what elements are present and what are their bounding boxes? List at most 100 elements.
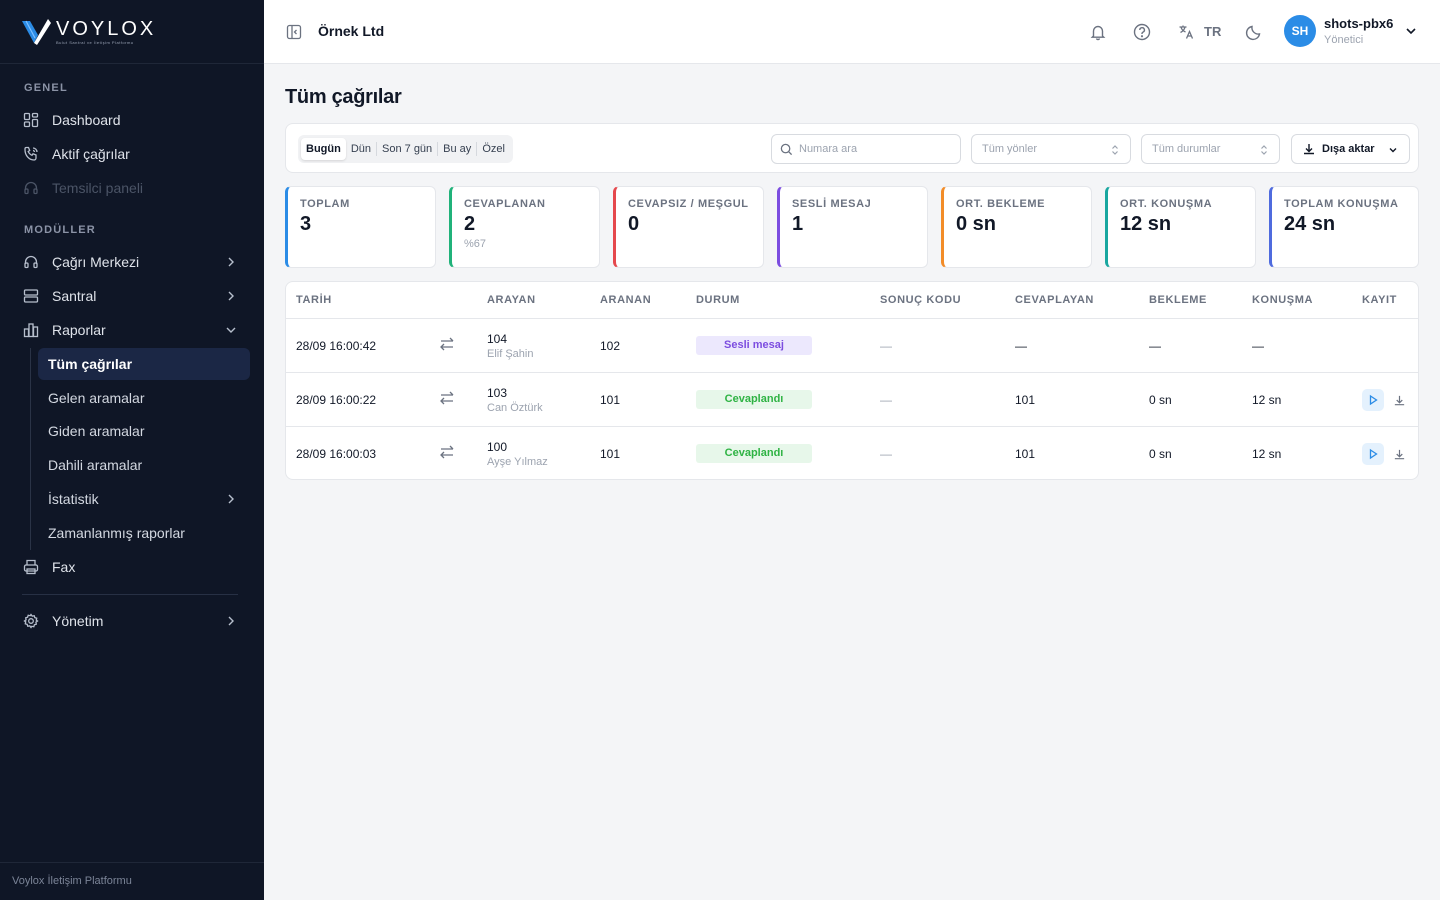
printer-icon: [22, 558, 40, 576]
direction-select[interactable]: Tüm yönler: [971, 134, 1131, 164]
phone-call-icon: [22, 145, 40, 163]
cell-callee: 101: [600, 393, 621, 407]
cell-date: 28/09 16:00:22: [296, 393, 377, 407]
stat-value: 12 sn: [1120, 213, 1172, 235]
stat-card-total-talk: TOPLAM KONUŞMA 24 sn: [1269, 186, 1419, 268]
stat-label: CEVAPLANAN: [464, 198, 546, 210]
sidebar-item-call-center[interactable]: Çağrı Merkezi: [14, 246, 250, 278]
download-icon: [1394, 395, 1404, 405]
company-name[interactable]: Örnek Ltd: [318, 23, 384, 39]
avatar[interactable]: SH: [1284, 15, 1316, 47]
column-header-result-code[interactable]: SONUÇ KODU: [880, 294, 961, 306]
sidebar-subitem-incoming[interactable]: Gelen aramalar: [38, 382, 250, 414]
period-today[interactable]: Bugün: [301, 138, 346, 160]
column-header-caller[interactable]: ARAYAN: [487, 294, 536, 306]
chevron-up-down-icon: [1112, 145, 1118, 155]
cell-answerer: —: [1015, 339, 1027, 353]
table-header: TARİH ARAYAN ARANAN DURUM SONUÇ KODU CEV…: [286, 282, 1418, 319]
cell-talk: 12 sn: [1252, 393, 1282, 407]
table-row[interactable]: 28/09 16:00:03 100 Ayşe Yılmaz 101 Cevap…: [286, 427, 1418, 479]
stat-card-avg-talk: ORT. KONUŞMA 12 sn: [1105, 186, 1256, 268]
stat-card-missed: CEVAPSIZ / MEŞGUL 0: [613, 186, 764, 268]
export-button[interactable]: Dışa aktar: [1291, 134, 1410, 164]
sidebar-item-label: Santral: [52, 288, 97, 304]
language-selector[interactable]: TR: [1204, 24, 1221, 39]
brand-logo[interactable]: VOYLOX Bulut Santral ve İletişim Platfor…: [0, 0, 264, 64]
stat-label: TOPLAM: [300, 198, 350, 210]
search-input[interactable]: [799, 143, 949, 155]
moon-icon[interactable]: [1244, 22, 1264, 42]
column-header-date[interactable]: TARİH: [296, 294, 332, 306]
stat-value: 0 sn: [956, 213, 997, 235]
chevron-up-down-icon: [1261, 145, 1267, 155]
stat-value: 3: [300, 213, 312, 235]
gear-icon: [22, 612, 40, 630]
stat-card-avg-wait: ORT. BEKLEME 0 sn: [941, 186, 1092, 268]
period-yesterday[interactable]: Dün: [346, 138, 376, 160]
sidebar-item-agent-panel: Temsilci paneli: [14, 172, 250, 204]
sidebar-subitem-statistics[interactable]: İstatistik: [38, 483, 250, 515]
cell-wait: —: [1149, 339, 1161, 353]
cell-wait: 0 sn: [1149, 393, 1172, 407]
direction-select-value: Tüm yönler: [982, 143, 1038, 155]
sidebar-item-active-calls[interactable]: Aktif çağrılar: [14, 138, 250, 170]
translate-icon[interactable]: [1176, 22, 1196, 42]
sidebar-subitem-all-calls[interactable]: Tüm çağrılar: [38, 348, 250, 380]
cell-callee: 102: [600, 339, 621, 353]
cell-result-code: —: [880, 393, 892, 407]
cell-callee: 101: [600, 447, 621, 461]
brand-tagline: Bulut Santral ve İletişim Platformu: [56, 39, 134, 45]
cell-caller-number: 100: [487, 440, 508, 454]
sidebar-subitem-outgoing[interactable]: Giden aramalar: [38, 415, 250, 447]
sidebar-item-fax[interactable]: Fax: [14, 551, 250, 583]
period-custom[interactable]: Özel: [477, 138, 510, 160]
period-this-month[interactable]: Bu ay: [438, 138, 476, 160]
period-last-7-days[interactable]: Son 7 gün: [377, 138, 437, 160]
user-role: Yönetici: [1324, 34, 1364, 46]
sidebar-item-pbx[interactable]: Santral: [14, 280, 250, 312]
sidebar-item-dashboard[interactable]: Dashboard: [14, 104, 250, 136]
column-header-talk[interactable]: KONUŞMA: [1252, 294, 1313, 306]
period-selector: Bugün Dün Son 7 gün Bu ay Özel: [298, 135, 513, 163]
sidebar-subitem-scheduled-reports[interactable]: Zamanlanmış raporlar: [38, 517, 250, 549]
sidebar-item-label: Çağrı Merkezi: [52, 254, 140, 270]
sidebar-item-reports[interactable]: Raporlar: [14, 314, 250, 346]
column-header-wait[interactable]: BEKLEME: [1149, 294, 1207, 306]
download-recording-button[interactable]: [1390, 445, 1408, 463]
top-header: Örnek Ltd TR SH shots-pbx6 Yönetici: [264, 0, 1440, 64]
sidebar-toggle-icon[interactable]: [286, 24, 302, 40]
download-icon: [1304, 144, 1314, 155]
sidebar-subitem-label: İstatistik: [48, 491, 99, 507]
column-header-callee[interactable]: ARANAN: [600, 294, 651, 306]
stat-card-answered: CEVAPLANAN 2 %67: [449, 186, 600, 268]
column-header-answerer[interactable]: CEVAPLAYAN: [1015, 294, 1094, 306]
download-recording-button[interactable]: [1390, 391, 1408, 409]
bell-icon[interactable]: [1088, 22, 1108, 42]
headset-icon: [22, 253, 40, 271]
column-header-status[interactable]: DURUM: [696, 294, 740, 306]
table-row[interactable]: 28/09 16:00:42 104 Elif Şahin 102 Sesli …: [286, 319, 1418, 373]
swap-arrows-icon: [440, 445, 454, 459]
cell-caller-name: Can Öztürk: [487, 402, 543, 414]
chevron-down-icon[interactable]: [1404, 24, 1418, 38]
table-row[interactable]: 28/09 16:00:22 103 Can Öztürk 101 Cevapl…: [286, 373, 1418, 427]
cell-caller-name: Ayşe Yılmaz: [487, 456, 548, 468]
help-icon[interactable]: [1132, 22, 1152, 42]
page-title: Tüm çağrılar: [285, 86, 402, 108]
dashboard-icon: [22, 111, 40, 129]
play-recording-button[interactable]: [1362, 389, 1384, 411]
play-icon: [1369, 394, 1378, 406]
sidebar-subitem-internal[interactable]: Dahili aramalar: [38, 449, 250, 481]
calls-table: TARİH ARAYAN ARANAN DURUM SONUÇ KODU CEV…: [285, 281, 1419, 480]
cell-result-code: —: [880, 339, 892, 353]
sidebar-item-admin[interactable]: Yönetim: [14, 605, 250, 637]
cell-caller-number: 103: [487, 386, 508, 400]
status-badge: Sesli mesaj: [696, 336, 812, 355]
play-recording-button[interactable]: [1362, 443, 1384, 465]
play-icon: [1369, 448, 1378, 460]
server-icon: [22, 287, 40, 305]
user-name[interactable]: shots-pbx6: [1324, 16, 1393, 31]
status-select[interactable]: Tüm durumlar: [1141, 134, 1280, 164]
cell-date: 28/09 16:00:03: [296, 447, 377, 461]
sidebar: VOYLOX Bulut Santral ve İletişim Platfor…: [0, 0, 264, 900]
